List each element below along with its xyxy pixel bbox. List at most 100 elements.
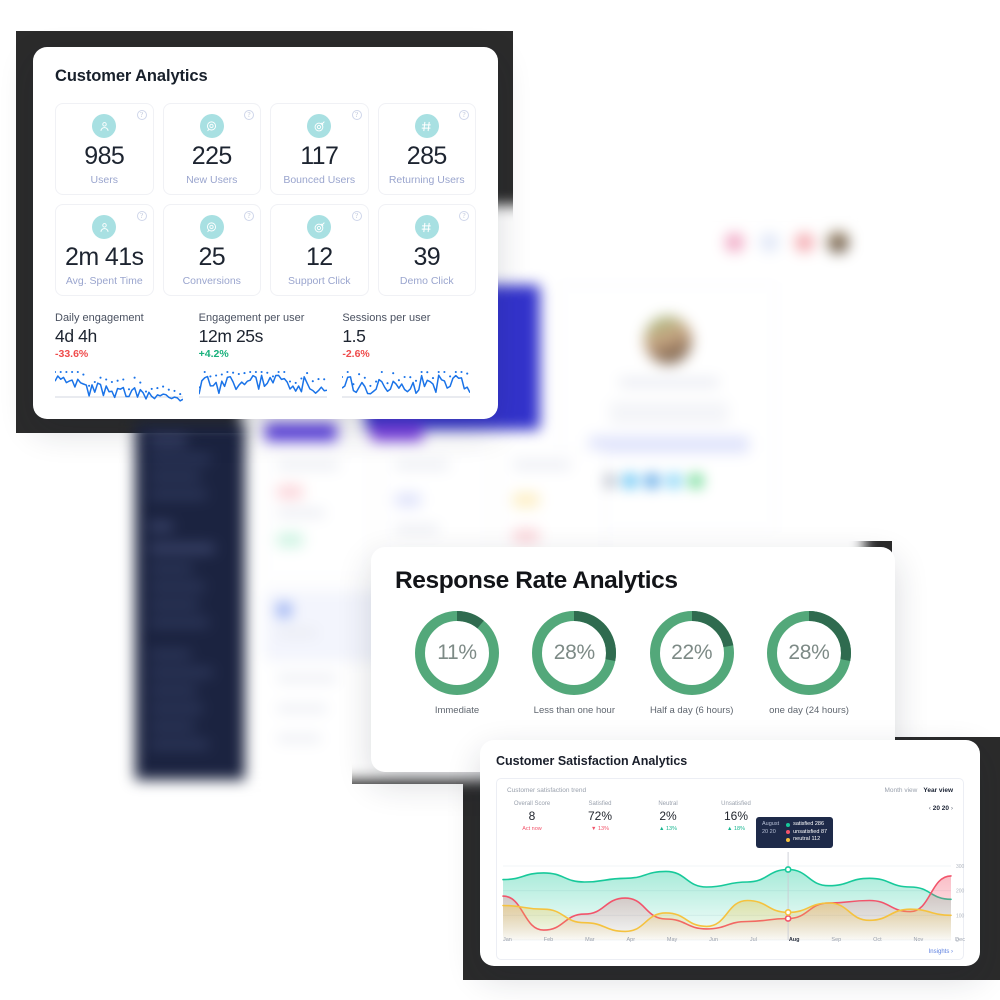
insights-link[interactable]: Insights › (929, 949, 953, 955)
trend-arrow-icon: ▲ (727, 826, 733, 832)
target-icon (307, 114, 332, 138)
kpi-label: Returning Users (388, 174, 465, 186)
kpi-card[interactable]: ? 2m 41s Avg. Spent Time (55, 204, 154, 296)
current-year: 20 20 (932, 805, 950, 812)
sparkline-chart (53, 366, 189, 411)
satisfaction-stat: Neutral 2% ▲ 13% (647, 801, 689, 832)
bg-sidebar (135, 423, 245, 780)
donut-label: one day (24 hours) (769, 705, 849, 716)
donut-value: 22% (671, 641, 713, 664)
month-view-option[interactable]: Month view (884, 787, 917, 794)
x-axis-tick: Dec (955, 937, 965, 943)
donut-value: 11% (437, 641, 477, 664)
help-icon[interactable]: ? (244, 211, 254, 221)
help-icon[interactable]: ? (244, 110, 254, 120)
kpi-label: Avg. Spent Time (65, 275, 143, 287)
sparkline-title: Engagement per user (198, 312, 305, 324)
kpi-value: 2m 41s (65, 243, 144, 271)
kpi-label: Conversions (182, 275, 241, 287)
svg-text:200: 200 (956, 889, 965, 895)
donut-chart: 28% (528, 607, 620, 699)
sparkline-chart (341, 366, 476, 411)
page-title: Customer Analytics (55, 67, 208, 85)
sparkline-title: Sessions per user (342, 312, 431, 324)
year-view-option[interactable]: Year view (923, 787, 953, 794)
donut-chart: 28% (763, 607, 855, 699)
help-icon[interactable]: ? (351, 211, 362, 221)
chat-bubble-icon (199, 215, 224, 239)
help-icon[interactable]: ? (136, 211, 147, 221)
next-year-icon[interactable]: › (951, 805, 953, 812)
hash-icon (414, 114, 439, 138)
year-selector[interactable]: ‹ 20 20 › (929, 805, 953, 812)
kpi-card[interactable]: ? 117 Bounced Users (270, 103, 369, 195)
help-icon[interactable]: ? (136, 110, 147, 120)
bg-avatar (827, 231, 849, 253)
help-icon[interactable]: ? (351, 110, 362, 120)
x-axis-tick: Apr (626, 937, 636, 943)
satisfaction-panel: Customer satisfaction trend Month view Ye… (496, 778, 965, 960)
donut-metric[interactable]: 28% Less than one hour (518, 607, 630, 716)
prev-year-icon[interactable]: ‹ (929, 805, 931, 812)
response-rate-title: Response Rate Analytics (395, 567, 678, 594)
help-icon[interactable]: ? (459, 110, 469, 120)
kpi-value: 225 (191, 142, 233, 170)
kpi-value: 39 (413, 243, 441, 271)
donut-label: Less than one hour (533, 705, 615, 716)
satisfaction-stat: Overall Score 8 Act now (511, 801, 553, 832)
chart-tooltip: August 20 20 satisfied 286 unsatisfied 87… (756, 817, 834, 848)
sparkline-item: Sessions per user 1.5 -2.6% (341, 312, 476, 411)
tooltip-series-item: neutral 112 (786, 836, 827, 844)
kpi-value: 985 (84, 142, 125, 170)
stat-delta: ▲ 18% (727, 826, 745, 832)
kpi-value: 25 (198, 243, 226, 271)
satisfaction-stat: Satisfied 72% ▼ 13% (579, 801, 621, 832)
donut-metric[interactable]: 22% Half a day (6 hours) (636, 607, 748, 716)
trend-arrow-icon: ▼ (591, 826, 597, 832)
kpi-label: Users (90, 174, 118, 186)
donut-chart: 22% (646, 607, 738, 699)
stat-delta: ▲ 13% (659, 826, 677, 832)
stat-delta: Act now (522, 826, 542, 832)
kpi-card[interactable]: ? 225 New Users (162, 103, 261, 195)
tooltip-series-label: unsatisfied 87 (793, 828, 828, 835)
user-icon (92, 114, 117, 138)
stat-header: Overall Score (513, 801, 551, 807)
sparkline-group: Daily engagement 4d 4h -33.6% Engagement pe… (53, 312, 476, 411)
response-rate-card: Response Rate Analytics 11% Immediate 28% L… (371, 547, 895, 772)
kpi-card[interactable]: ? 25 Conversions (162, 204, 261, 296)
kpi-label: Bounced Users (283, 174, 356, 186)
bg-topbar-dot (760, 233, 779, 252)
kpi-label: New Users (186, 174, 238, 186)
satisfaction-stat: Unsatisfied 16% ▲ 18% (715, 801, 757, 832)
x-axis-tick: Oct (873, 937, 882, 943)
x-axis-tick: Jun (709, 937, 719, 943)
sparkline-title: Daily engagement (55, 312, 144, 324)
donut-metric[interactable]: 11% Immediate (401, 607, 513, 716)
sparkline-delta: -33.6% (55, 348, 89, 360)
donut-metric[interactable]: 28% one day (24 hours) (753, 607, 865, 716)
view-toggle[interactable]: Month view Year view (884, 787, 953, 794)
tooltip-series-label: satisfied 286 (793, 821, 825, 827)
kpi-label: Support Click (288, 275, 351, 287)
stat-value: 72% (587, 809, 613, 823)
bg-topbar-dot (795, 233, 814, 252)
kpi-card[interactable]: ? 12 Support Click (270, 204, 369, 296)
help-icon[interactable]: ? (459, 211, 469, 221)
customer-analytics-card: Customer Analytics ? 985 Users? 225 New User… (33, 47, 498, 419)
tooltip-date: August 20 20 (762, 821, 780, 835)
donut-group: 11% Immediate 28% Less than one hour 22% Half… (395, 607, 871, 716)
donut-label: Immediate (434, 705, 480, 716)
x-axis-tick: Jan (503, 937, 512, 943)
kpi-card[interactable]: ? 39 Demo Click (377, 204, 476, 296)
tooltip-series-list: satisfied 286 unsatisfied 87 neutral 112 (786, 821, 827, 844)
kpi-card[interactable]: ? 285 Returning Users (377, 103, 476, 195)
x-axis-tick: Jul (749, 937, 757, 943)
customer-satisfaction-card: Customer Satisfaction Analytics Customer… (480, 740, 980, 966)
kpi-card[interactable]: ? 985 Users (55, 103, 154, 195)
sparkline-item: Engagement per user 12m 25s +4.2% (197, 312, 333, 411)
x-axis-tick: Sep (831, 937, 842, 943)
donut-value: 28% (788, 641, 830, 664)
composition-stage: Customer Analytics ? 985 Users? 225 New User… (0, 0, 1000, 1000)
series-color-dot (786, 837, 791, 842)
